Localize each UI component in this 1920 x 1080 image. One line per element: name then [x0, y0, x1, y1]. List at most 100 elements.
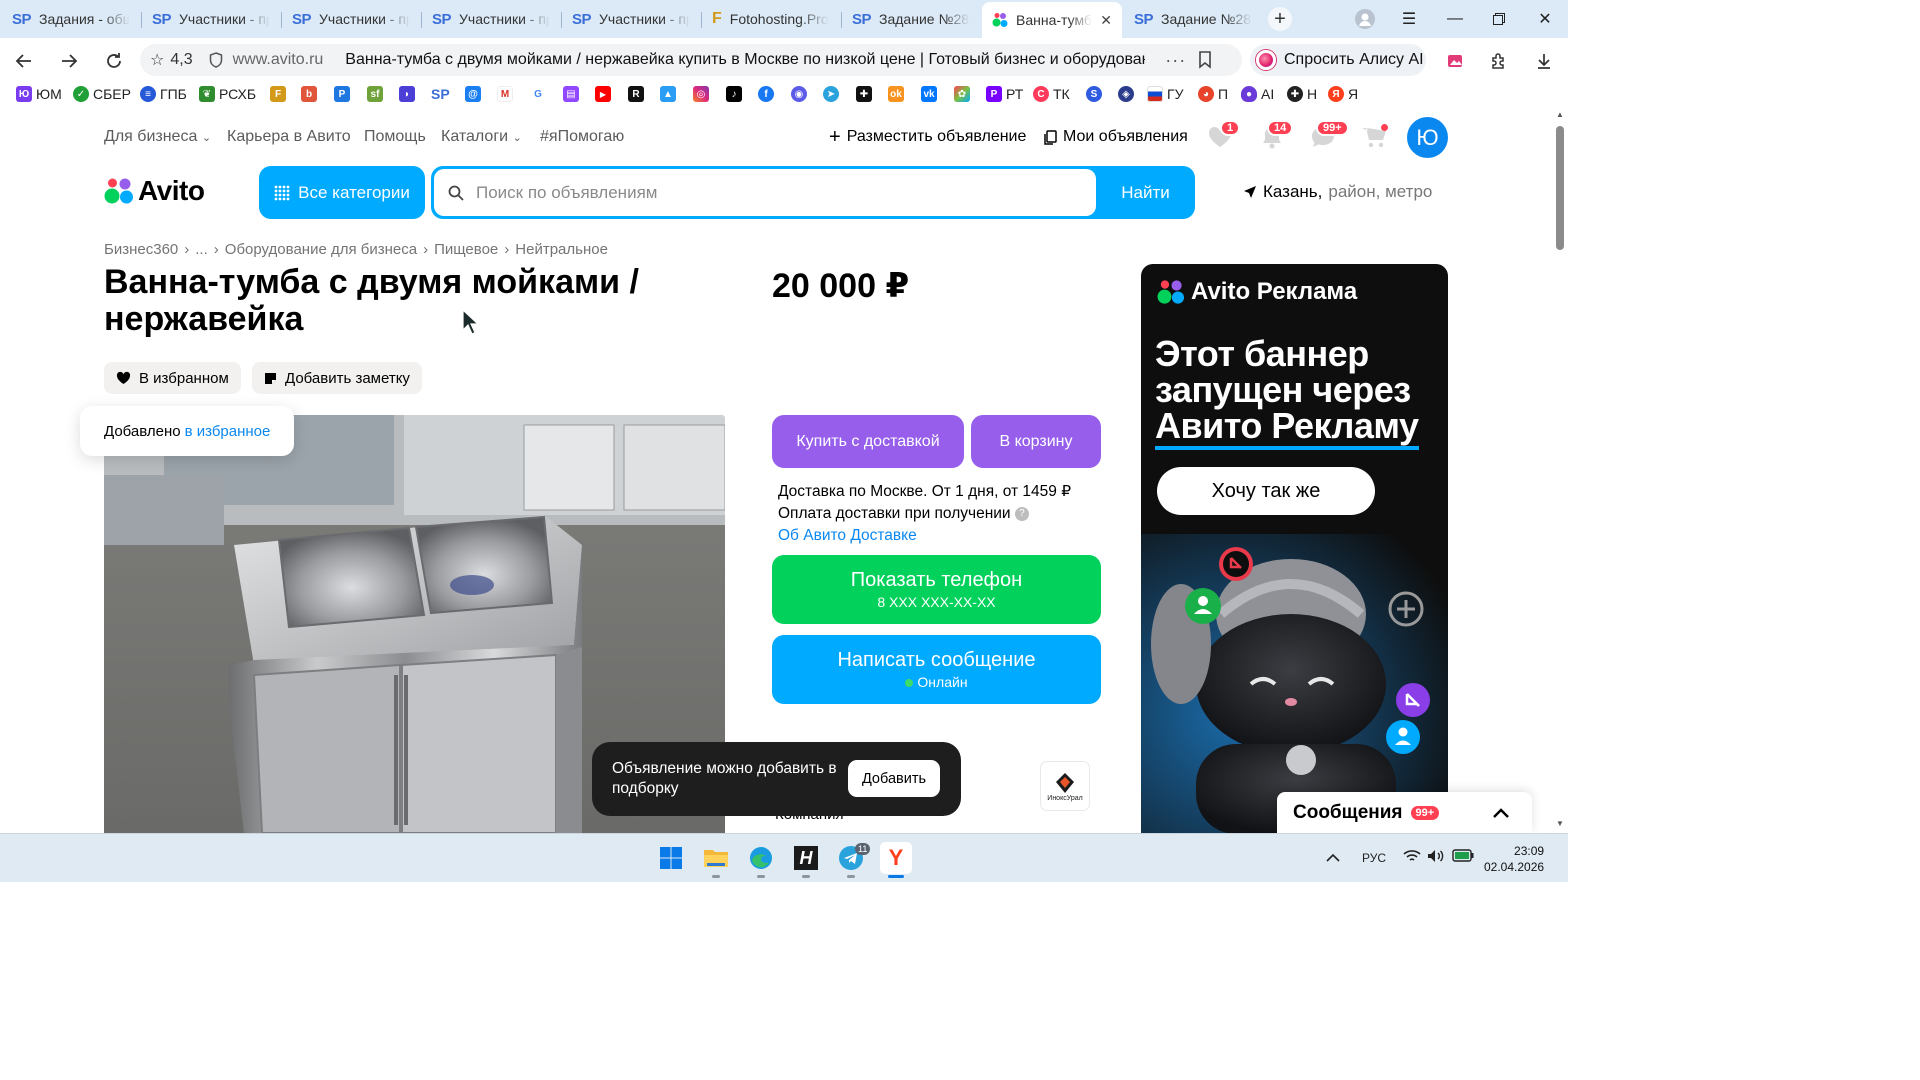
- help-question-icon[interactable]: ?: [1014, 506, 1029, 521]
- ad-cta-button[interactable]: Хочу так же: [1157, 467, 1375, 515]
- in-favorites-button[interactable]: В избранном: [104, 362, 241, 394]
- yandex-browser-icon[interactable]: Y: [880, 842, 912, 874]
- post-ad-link[interactable]: + Разместить объявление: [829, 127, 1026, 147]
- bookmark-swirl[interactable]: S: [1086, 84, 1102, 104]
- favorites-link[interactable]: в избранное: [185, 423, 271, 440]
- shield-icon[interactable]: [209, 52, 223, 68]
- nav-yapomogayu[interactable]: #яПомогаю: [540, 128, 624, 146]
- breadcrumb-item[interactable]: Пищевое: [434, 241, 498, 258]
- close-tab-icon[interactable]: ✕: [1100, 12, 1112, 29]
- url-page-title[interactable]: Ванна-тумба с двумя мойками / нержавейка…: [345, 51, 1145, 69]
- bookmark-sf[interactable]: sf: [367, 84, 383, 104]
- bookmark-messenger[interactable]: ◉: [791, 84, 807, 104]
- tray-chevron-up-icon[interactable]: [1326, 850, 1340, 868]
- bookmark-rshb[interactable]: ❦ РСХБ: [199, 84, 256, 104]
- bookmark-google[interactable]: G: [530, 84, 546, 104]
- tab-avito-active[interactable]: Ванна-тумба ✕: [982, 2, 1122, 38]
- forward-arrow-icon[interactable]: [56, 48, 82, 74]
- breadcrumb-item[interactable]: Нейтральное: [515, 241, 608, 258]
- bookmark-f[interactable]: F: [270, 84, 286, 104]
- nav-help[interactable]: Помощь: [364, 128, 426, 146]
- tab-zadanie-2[interactable]: SP Задание №285: [1124, 4, 1262, 34]
- bookmark-apps[interactable]: ✿: [954, 84, 970, 104]
- bookmark-plus[interactable]: ✚: [856, 84, 872, 104]
- battery-icon[interactable]: [1452, 849, 1474, 867]
- search-input[interactable]: [476, 182, 1036, 203]
- wifi-icon[interactable]: [1403, 849, 1421, 868]
- tab-uchastniki-2[interactable]: SP Участники - пр: [282, 4, 420, 34]
- write-message-button[interactable]: Написать сообщение Онлайн: [772, 635, 1101, 704]
- omnibox[interactable]: ☆ 4,3 www.avito.ru Ванна-тумба с двумя м…: [140, 44, 1242, 76]
- site-rating[interactable]: 4,3: [170, 51, 192, 69]
- tab-zadaniya[interactable]: SP Задания - общ: [2, 4, 140, 34]
- bookmark-b[interactable]: b: [301, 84, 317, 104]
- add-note-button[interactable]: Добавить заметку: [252, 362, 422, 394]
- tab-uchastniki-1[interactable]: SP Участники - пр: [142, 4, 280, 34]
- seller-logo[interactable]: ИноксУрал: [1041, 762, 1089, 810]
- url-domain[interactable]: www.avito.ru: [233, 51, 324, 69]
- bookmark-facebook[interactable]: f: [758, 84, 774, 104]
- nav-catalogs[interactable]: Каталоги ⌄: [441, 128, 522, 146]
- nav-for-business[interactable]: Для бизнеса ⌄: [104, 128, 211, 146]
- bookmark-rt[interactable]: P РТ: [986, 84, 1023, 104]
- my-ads-link[interactable]: Мои объявления: [1044, 128, 1188, 146]
- tab-uchastniki-3[interactable]: SP Участники - пр: [422, 4, 560, 34]
- bookmark-sber[interactable]: ✓ СБЕР: [73, 84, 131, 104]
- all-categories-button[interactable]: Все категории: [259, 166, 425, 219]
- gallery-icon[interactable]: [1442, 48, 1468, 74]
- file-explorer-icon[interactable]: [700, 842, 732, 874]
- breadcrumb-item[interactable]: Бизнес360: [104, 241, 178, 258]
- browser-menu-icon[interactable]: ☰: [1386, 0, 1432, 38]
- star-rating-icon[interactable]: ☆: [150, 50, 164, 70]
- tab-uchastniki-4[interactable]: SP Участники - пр: [562, 4, 700, 34]
- ask-alice-button[interactable]: Спросить Алису AI: [1250, 44, 1426, 76]
- restore-icon[interactable]: [1476, 0, 1522, 38]
- bookmark-ai[interactable]: ● AI: [1241, 84, 1274, 104]
- nav-career[interactable]: Карьера в Авито: [227, 128, 351, 146]
- scrollbar-thumb[interactable]: [1556, 126, 1564, 250]
- back-arrow-icon[interactable]: [11, 48, 37, 74]
- bookmark-instagram[interactable]: ◎: [693, 84, 709, 104]
- messages-panel[interactable]: Сообщения 99+: [1277, 792, 1532, 833]
- language-indicator[interactable]: РУС: [1362, 851, 1386, 865]
- windows-start-icon[interactable]: [655, 842, 687, 874]
- tab-zadanie-1[interactable]: SP Задание №285: [842, 4, 980, 34]
- bookmark-photo[interactable]: ▲: [660, 84, 676, 104]
- bookmark-r[interactable]: R: [628, 84, 644, 104]
- bookmark-telegram[interactable]: ➤: [823, 84, 839, 104]
- bookmark-youtube[interactable]: ▶: [595, 84, 611, 104]
- bookmark-yum[interactable]: Ю ЮМ: [16, 84, 62, 104]
- profile-icon[interactable]: [1355, 9, 1375, 29]
- page-scrollbar[interactable]: ▲ ▼: [1552, 106, 1568, 833]
- bookmark-ya[interactable]: ЯЯ: [1328, 84, 1358, 104]
- breadcrumb-item[interactable]: Оборудование для бизнеса: [225, 241, 417, 258]
- location-selector[interactable]: Казань, район, метро: [1243, 182, 1432, 202]
- more-dots-icon[interactable]: ···: [1165, 50, 1186, 71]
- bookmark-tiktok[interactable]: ♪: [726, 84, 742, 104]
- minimize-icon[interactable]: —: [1432, 0, 1478, 38]
- scroll-up-icon[interactable]: ▲: [1556, 110, 1564, 119]
- breadcrumb-item[interactable]: ...: [195, 241, 208, 258]
- new-tab-plus-icon[interactable]: +: [1268, 7, 1292, 31]
- h-app-icon[interactable]: H: [790, 842, 822, 874]
- scroll-down-icon[interactable]: ▼: [1556, 819, 1564, 828]
- avito-logo[interactable]: Avito: [104, 175, 205, 206]
- bookmark-sp[interactable]: SP: [431, 84, 450, 104]
- search-field[interactable]: [434, 169, 1096, 216]
- bookmark-icon[interactable]: [1198, 51, 1212, 69]
- edge-browser-icon[interactable]: [745, 842, 777, 874]
- buy-with-delivery-button[interactable]: Купить с доставкой: [772, 415, 964, 468]
- find-button[interactable]: Найти: [1096, 166, 1195, 219]
- download-icon[interactable]: [1531, 48, 1557, 74]
- add-to-collection-button[interactable]: Добавить: [848, 760, 940, 797]
- bookmark-tk[interactable]: C ТК: [1033, 84, 1070, 104]
- bookmark-vk[interactable]: vk: [921, 84, 937, 104]
- bookmark-ok[interactable]: ok: [888, 84, 904, 104]
- about-delivery-link[interactable]: Об Авито Доставке: [778, 525, 1071, 547]
- add-to-cart-button[interactable]: В корзину: [971, 415, 1101, 468]
- bookmark-gu[interactable]: ГУ: [1147, 84, 1183, 104]
- system-clock[interactable]: 23:09 02.04.2026: [1484, 843, 1544, 875]
- tab-fotohosting[interactable]: F Fotohosting.Pro: [702, 4, 840, 34]
- bookmark-gmail[interactable]: M: [497, 84, 513, 104]
- extensions-puzzle-icon[interactable]: [1486, 48, 1512, 74]
